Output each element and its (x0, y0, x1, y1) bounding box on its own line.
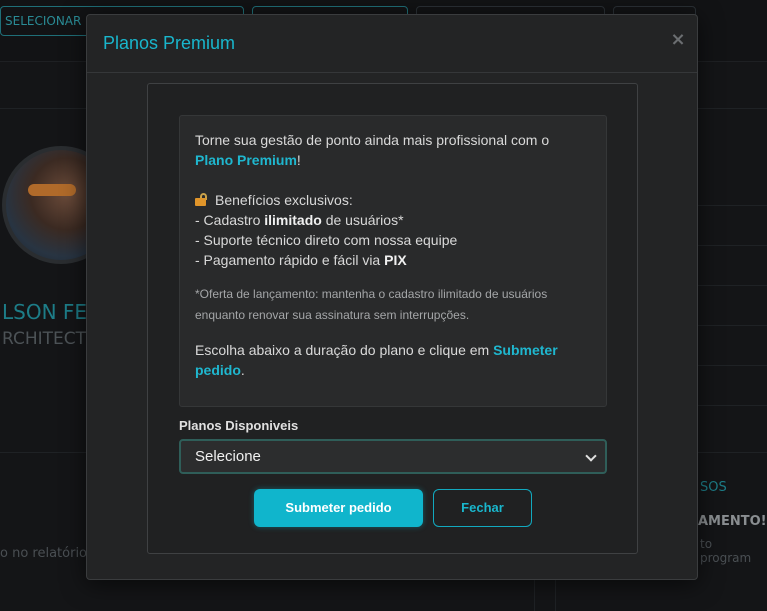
benefits-heading: Benefícios exclusivos: (215, 192, 353, 208)
benefits-heading-line: Benefícios exclusivos: (195, 190, 591, 210)
plan-card: Torne sua gestão de ponto ainda mais pro… (147, 83, 638, 554)
divider (698, 285, 767, 286)
avatar-sunglasses (28, 184, 76, 196)
plans-select-value: Selecione (195, 448, 261, 465)
profile-name: LSON FE (2, 300, 88, 324)
divider (698, 325, 767, 326)
chevron-down-icon (585, 450, 597, 462)
benefit-1-suffix: de usuários* (325, 212, 404, 228)
submit-order-button[interactable]: Submeter pedido (254, 489, 423, 527)
intro-end: ! (296, 152, 301, 168)
close-button[interactable]: Fechar (433, 489, 532, 527)
right-panel-label: SOS (700, 480, 727, 495)
modal-header: Planos Premium × (87, 15, 697, 73)
premium-plans-modal: Planos Premium × Torne sua gestão de pon… (86, 14, 698, 580)
premium-info-box: Torne sua gestão de ponto ainda mais pro… (179, 115, 607, 407)
right-panel-heading: AMENTO! (698, 514, 767, 529)
divider (698, 365, 767, 366)
select-button-label: SELECIONAR (5, 14, 82, 28)
benefit-1-prefix: - Cadastro (195, 212, 261, 228)
close-icon[interactable]: × (669, 29, 687, 51)
choose-text: Escolha abaixo a duração do plano e cliq… (195, 342, 490, 358)
divider (534, 580, 535, 611)
plans-select[interactable]: Selecione (179, 439, 607, 474)
benefit-3-prefix: - Pagamento rápido e fácil via (195, 252, 381, 268)
offer-note: *Oferta de lançamento: mantenha o cadast… (195, 287, 548, 322)
benefit-item: - Cadastro ilimitado de usuários* (195, 210, 591, 230)
profile-role: RCHITECT (2, 329, 87, 349)
intro-highlight: Plano Premium (195, 152, 297, 168)
benefit-item: - Suporte técnico direto com nossa equip… (195, 232, 458, 248)
report-text: o no relatório (0, 546, 88, 561)
lock-icon (195, 193, 209, 206)
choose-end: . (240, 362, 245, 378)
right-panel-text: to program (700, 537, 752, 565)
divider (698, 405, 767, 406)
benefit-item: - Pagamento rápido e fácil via PIX (195, 250, 591, 270)
choose-paragraph: Escolha abaixo a duração do plano e cliq… (195, 340, 591, 380)
divider (698, 205, 767, 206)
intro-text: Torne sua gestão de ponto ainda mais pro… (195, 132, 550, 148)
plans-select-label: Planos Disponiveis (179, 418, 299, 433)
benefit-1-bold: ilimitado (264, 212, 322, 228)
divider (555, 580, 556, 611)
divider (698, 245, 767, 246)
intro-paragraph: Torne sua gestão de ponto ainda mais pro… (195, 130, 591, 170)
modal-title: Planos Premium (103, 33, 236, 53)
benefit-3-bold: PIX (384, 252, 407, 268)
